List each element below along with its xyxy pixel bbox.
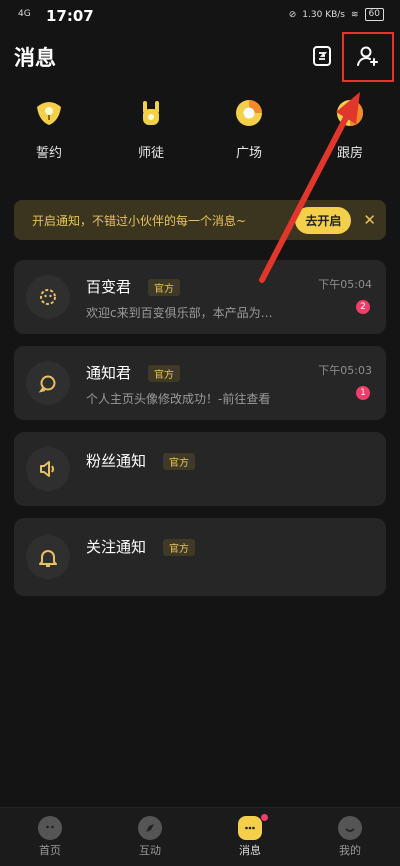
page-title: 消息 (14, 46, 56, 70)
quick-action-label: 师徒 (137, 146, 164, 161)
close-icon[interactable]: ✕ (363, 211, 376, 229)
tab-label: 我的 (339, 844, 361, 857)
tab-label: 消息 (239, 844, 261, 857)
plaza-icon (232, 96, 266, 130)
clock: 17:07 (46, 7, 94, 25)
bottom-tab-bar: 首页 互动 消息 我的 (0, 807, 400, 866)
unread-count-badge: 2 (356, 300, 370, 314)
conversation-time: 下午05:04 (318, 278, 372, 291)
pledge-icon (32, 96, 66, 130)
conversation-name: 粉丝通知 (86, 452, 147, 470)
conversation-item[interactable]: 通知君 官方 个人主页头像修改成功！-前往查看 下午05:03 1 (14, 346, 386, 420)
header: 消息 (0, 30, 400, 84)
conversation-time: 下午05:03 (318, 364, 372, 377)
quick-action-pledge[interactable]: 誓约 (14, 96, 84, 161)
contacts-button[interactable] (306, 40, 338, 72)
banner-text: 开启通知，不错过小伙伴的每一个消息~ (32, 213, 247, 228)
message-icon (238, 816, 262, 840)
quick-action-label: 广场 (235, 146, 262, 161)
quick-actions: 誓约 师徒 广场 跟房 (0, 96, 400, 176)
notification-dot (261, 814, 268, 821)
official-badge: 官方 (148, 365, 180, 382)
conversation-name: 通知君 (86, 364, 132, 382)
enable-notification-button[interactable]: 去开启 (295, 206, 352, 234)
tab-interact[interactable]: 互动 (100, 808, 200, 866)
compass-icon (138, 816, 162, 840)
conversation-preview: 欢迎c来到百变俱乐部，本产品为… (86, 306, 273, 320)
conversation-item[interactable]: 关注通知 官方 (14, 518, 386, 596)
bell-icon (26, 535, 70, 579)
network-indicator: 4G (18, 9, 31, 19)
official-badge: 官方 (148, 279, 180, 296)
tab-messages[interactable]: 消息 (200, 808, 300, 866)
net-speed: 1.30 KB/s (302, 9, 345, 20)
notification-banner: 开启通知，不错过小伙伴的每一个消息~ 去开启 ✕ (14, 200, 386, 240)
quick-action-follow-room[interactable]: 跟房 (315, 96, 385, 161)
chat-bubble-icon (26, 361, 70, 405)
home-icon (38, 816, 62, 840)
quick-action-label: 跟房 (336, 146, 363, 161)
mute-icon: ⊘ (288, 9, 297, 20)
quick-action-mentor[interactable]: 师徒 (116, 96, 186, 161)
status-bar: 4G 17:07 ⊘ 1.30 KB/s ≋ 60 (0, 0, 400, 32)
unread-count-badge: 1 (356, 386, 370, 400)
official-badge: 官方 (163, 453, 195, 470)
quick-action-plaza[interactable]: 广场 (214, 96, 284, 161)
mentor-hand-icon (134, 96, 168, 130)
profile-icon (338, 816, 362, 840)
official-badge: 官方 (163, 539, 195, 556)
conversation-item[interactable]: 百变君 官方 欢迎c来到百变俱乐部，本产品为… 下午05:04 2 (14, 260, 386, 334)
tab-label: 互动 (139, 844, 161, 857)
conversation-name: 百变君 (86, 278, 132, 296)
conversation-item[interactable]: 粉丝通知 官方 (14, 432, 386, 506)
quick-action-label: 誓约 (35, 146, 62, 161)
speaker-icon (26, 447, 70, 491)
tab-home[interactable]: 首页 (0, 808, 100, 866)
tab-me[interactable]: 我的 (300, 808, 400, 866)
tab-label: 首页 (39, 844, 61, 857)
annotation-highlight-box (342, 32, 394, 82)
gear-mascot-icon (26, 275, 70, 319)
follow-room-icon (333, 96, 367, 130)
wifi-icon: ≋ (351, 9, 359, 20)
contact-book-icon (313, 46, 331, 66)
status-right: ⊘ 1.30 KB/s ≋ 60 (289, 8, 384, 21)
conversation-preview: 个人主页头像修改成功！-前往查看 (86, 392, 271, 406)
conversation-name: 关注通知 (86, 538, 147, 556)
battery-indicator: 60 (364, 8, 384, 21)
